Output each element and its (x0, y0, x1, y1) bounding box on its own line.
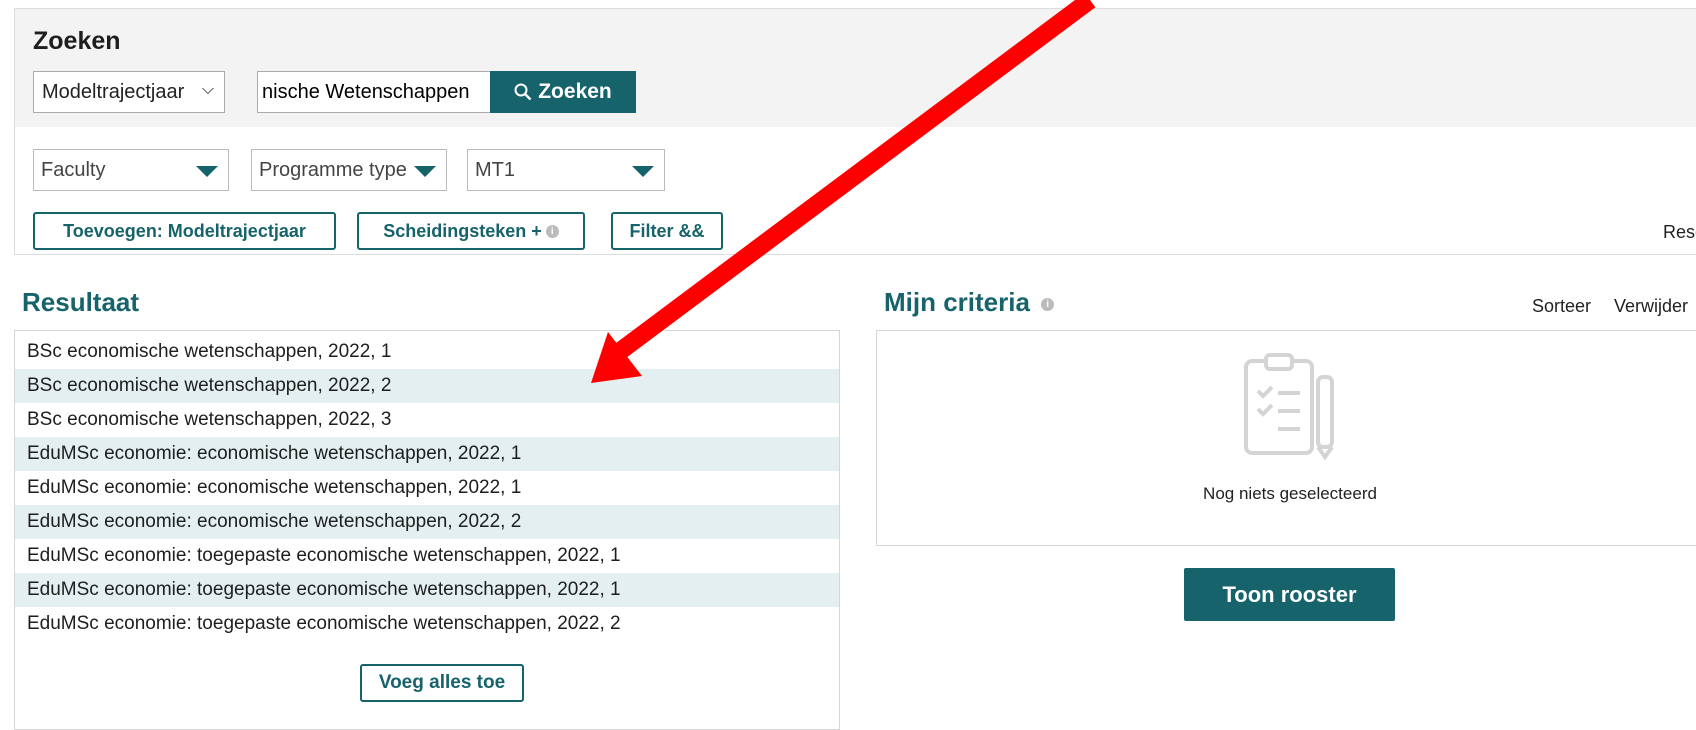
separator-button-label: Scheidingsteken + (383, 220, 542, 241)
list-item[interactable]: EduMSc economie: economische wetenschapp… (15, 471, 839, 505)
add-button-label: Toevoegen: Modeltrajectjaar (63, 220, 306, 241)
add-all-button[interactable]: Voeg alles toe (360, 664, 524, 702)
search-mode-value: Modeltrajectjaar (42, 80, 185, 103)
sort-link[interactable]: Sorteer (1532, 296, 1591, 317)
search-mode-select[interactable]: Modeltrajectjaar ⌵ (33, 71, 225, 113)
programme-type-dropdown[interactable]: Programme type (251, 149, 447, 191)
reset-link[interactable]: Reset (1663, 222, 1696, 243)
add-all-button-label: Voeg alles toe (378, 672, 506, 693)
search-panel: Zoeken Modeltrajectjaar ⌵ Zoeken Faculty… (14, 8, 1696, 255)
year-filter-dropdown-label: MT1 (475, 158, 515, 181)
search-icon (514, 83, 532, 101)
list-item[interactable]: EduMSc economie: toegepaste economische … (15, 573, 839, 607)
search-button[interactable]: Zoeken (490, 71, 636, 113)
info-icon[interactable]: i (1041, 297, 1055, 311)
search-title: Zoeken (33, 27, 121, 55)
list-item[interactable]: EduMSc economie: toegepaste economische … (15, 539, 839, 573)
caret-down-icon (196, 166, 218, 177)
search-header-area: Zoeken Modeltrajectjaar ⌵ Zoeken (15, 9, 1696, 127)
search-input[interactable] (257, 71, 490, 113)
list-item[interactable]: BSc economische wetenschappen, 2022, 3 (15, 403, 839, 437)
search-button-label: Zoeken (538, 80, 612, 103)
year-filter-dropdown[interactable]: MT1 (467, 149, 665, 191)
filter-button-label: Filter && (629, 220, 705, 241)
list-item[interactable]: BSc economische wetenschappen, 2022, 1 (15, 335, 839, 369)
faculty-dropdown[interactable]: Faculty (33, 149, 229, 191)
chevron-down-icon: ⌵ (201, 81, 214, 98)
caret-down-icon (632, 166, 654, 177)
list-item[interactable]: BSc economische wetenschappen, 2022, 2 (15, 369, 839, 403)
separator-button[interactable]: Scheidingsteken + i (357, 212, 585, 250)
filter-button[interactable]: Filter && (611, 212, 723, 250)
empty-state-text: Nog niets geselecteerd (1203, 484, 1377, 503)
criteria-title-label: Mijn criteria (884, 287, 1030, 317)
criteria-title: Mijn criteria i (884, 287, 1055, 318)
show-schedule-button-label: Toon rooster (1222, 581, 1357, 607)
clipboard-icon (1244, 353, 1334, 461)
remove-link[interactable]: Verwijder (1614, 296, 1688, 317)
faculty-dropdown-label: Faculty (41, 158, 106, 181)
add-modeltrajectjaar-button[interactable]: Toevoegen: Modeltrajectjaar (33, 212, 336, 250)
list-item[interactable]: EduMSc economie: economische wetenschapp… (15, 505, 839, 539)
info-icon: i (545, 224, 559, 238)
programme-type-dropdown-label: Programme type (259, 158, 407, 181)
list-item[interactable]: EduMSc economie: economische wetenschapp… (15, 437, 839, 471)
caret-down-icon (414, 166, 436, 177)
results-title: Resultaat (22, 287, 140, 317)
results-list: BSc economische wetenschappen, 2022, 1 B… (14, 330, 840, 730)
criteria-box: Nog niets geselecteerd (876, 330, 1696, 546)
show-schedule-button[interactable]: Toon rooster (1184, 568, 1395, 621)
list-item[interactable]: EduMSc economie: toegepaste economische … (15, 607, 839, 641)
